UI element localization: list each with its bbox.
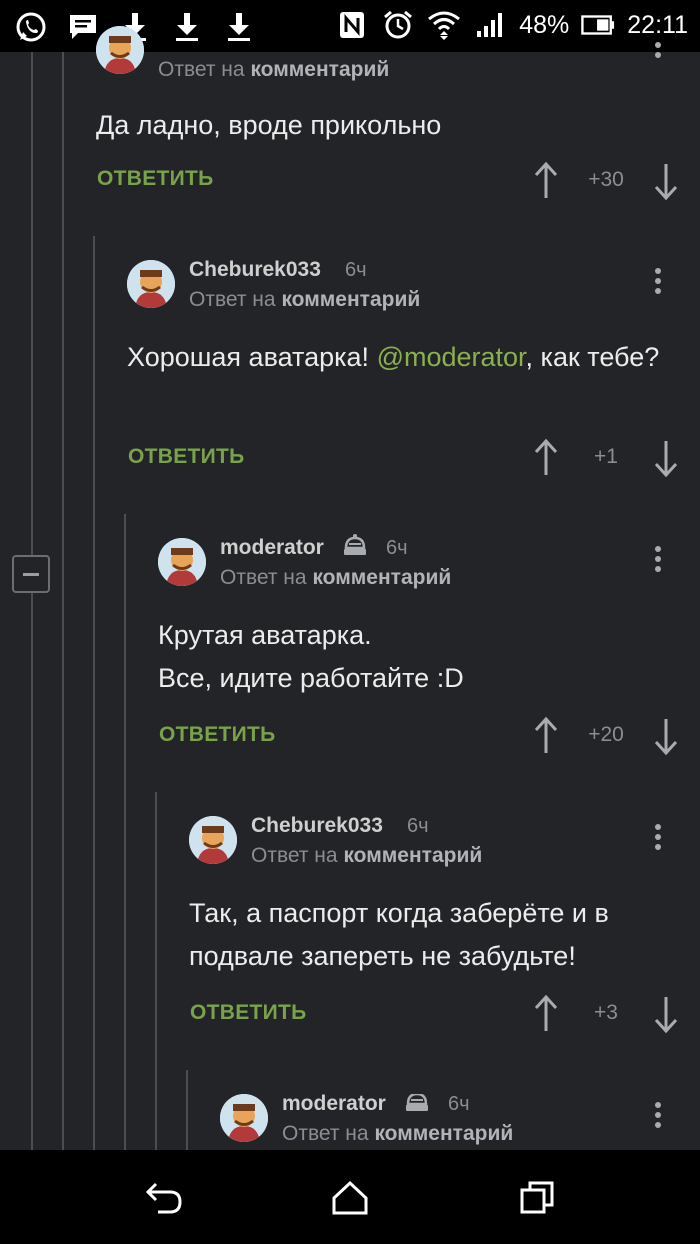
navigation-bar: [0, 1150, 700, 1244]
upvote-icon[interactable]: [531, 438, 561, 478]
thread-line: [31, 52, 33, 1150]
reply-button[interactable]: ОТВЕТИТЬ: [190, 1001, 307, 1025]
thread-line: [155, 792, 157, 1150]
comment-text: Да ладно, вроде прикольно: [96, 110, 442, 140]
comment: Cheburek033 6ч Ответ на комментарий Хоро…: [127, 258, 687, 500]
more-options-icon[interactable]: [653, 42, 663, 72]
reply-to: Ответ на комментарий: [282, 1122, 514, 1145]
reply-target-link[interactable]: комментарий: [312, 566, 451, 589]
upvote-icon[interactable]: [531, 994, 561, 1034]
reply-to: Ответ на комментарий: [189, 288, 421, 311]
reply-to: Ответ на комментарий: [158, 58, 390, 81]
comment-text: Крутая аватарка. Все, идите работайте :D: [158, 620, 464, 693]
more-options-icon[interactable]: [653, 546, 663, 576]
downvote-icon[interactable]: [651, 438, 681, 478]
more-options-icon[interactable]: [653, 268, 663, 298]
moderator-badge-icon: [344, 534, 366, 555]
avatar[interactable]: [189, 816, 237, 864]
more-options-icon[interactable]: [653, 824, 663, 854]
reply-button[interactable]: ОТВЕТИТЬ: [159, 723, 276, 747]
upvote-icon[interactable]: [531, 716, 561, 756]
reply-target-link[interactable]: комментарий: [281, 288, 420, 311]
avatar[interactable]: [127, 260, 175, 308]
comment-time: 6ч: [448, 1094, 470, 1115]
more-options-icon[interactable]: [653, 1102, 663, 1132]
collapse-thread-button[interactable]: [12, 555, 50, 593]
vote-control: +1: [531, 438, 681, 478]
comment-text: Хорошая аватарка! @moderator, как тебе?: [127, 342, 660, 372]
vote-control: +30: [531, 161, 681, 201]
reply-to: Ответ на комментарий: [251, 844, 483, 867]
reply-target-link[interactable]: комментарий: [374, 1122, 513, 1145]
downvote-icon[interactable]: [651, 161, 681, 201]
reply-target-link[interactable]: комментарий: [343, 844, 482, 867]
comment: Cheburek033 6ч Ответ на комментарий Так,…: [189, 814, 689, 1056]
downvote-icon[interactable]: [651, 994, 681, 1034]
mention-link[interactable]: @moderator: [377, 342, 526, 372]
back-icon[interactable]: [144, 1180, 184, 1216]
reply-button[interactable]: ОТВЕТИТЬ: [128, 445, 245, 469]
upvote-icon[interactable]: [531, 161, 561, 201]
comment-time: 6ч: [407, 815, 429, 837]
author-name[interactable]: moderator: [282, 1094, 386, 1116]
vote-control: +3: [531, 994, 681, 1034]
whatsapp-icon: [14, 10, 48, 44]
vote-control: +20: [531, 716, 681, 756]
avatar[interactable]: [96, 26, 144, 74]
author-name[interactable]: moderator: [220, 536, 324, 560]
comment: moderator 6ч Ответ на комментарий Крутая…: [158, 534, 688, 778]
author-name[interactable]: Cheburek033: [251, 814, 383, 838]
thread-line: [93, 236, 95, 1150]
score: +3: [594, 1001, 618, 1024]
comment: moderator 6ч Ответ на комментарий: [220, 1094, 690, 1150]
moderator-badge-icon: [406, 1094, 428, 1111]
score: +1: [594, 445, 618, 468]
reply-to: Ответ на комментарий: [220, 566, 452, 589]
downvote-icon[interactable]: [651, 716, 681, 756]
message-icon: [66, 10, 100, 44]
thread-line: [62, 52, 64, 1150]
reply-target-link[interactable]: комментарий: [250, 58, 389, 81]
score: +30: [588, 168, 624, 191]
comment-time: 6ч: [345, 259, 367, 281]
avatar[interactable]: [220, 1094, 268, 1142]
author-name[interactable]: Cheburek033: [189, 258, 321, 282]
recents-icon[interactable]: [518, 1180, 558, 1216]
score: +20: [588, 723, 624, 746]
comment-time: 6ч: [386, 537, 408, 559]
avatar[interactable]: [158, 538, 206, 586]
home-icon[interactable]: [330, 1180, 370, 1216]
comment: Ответ на комментарий Да ладно, вроде при…: [96, 26, 686, 206]
thread-line: [124, 514, 126, 1150]
comment-text: Так, а паспорт когда заберёте и в подвал…: [189, 898, 609, 971]
thread-line: [186, 1070, 188, 1150]
reply-button[interactable]: ОТВЕТИТЬ: [97, 167, 214, 191]
